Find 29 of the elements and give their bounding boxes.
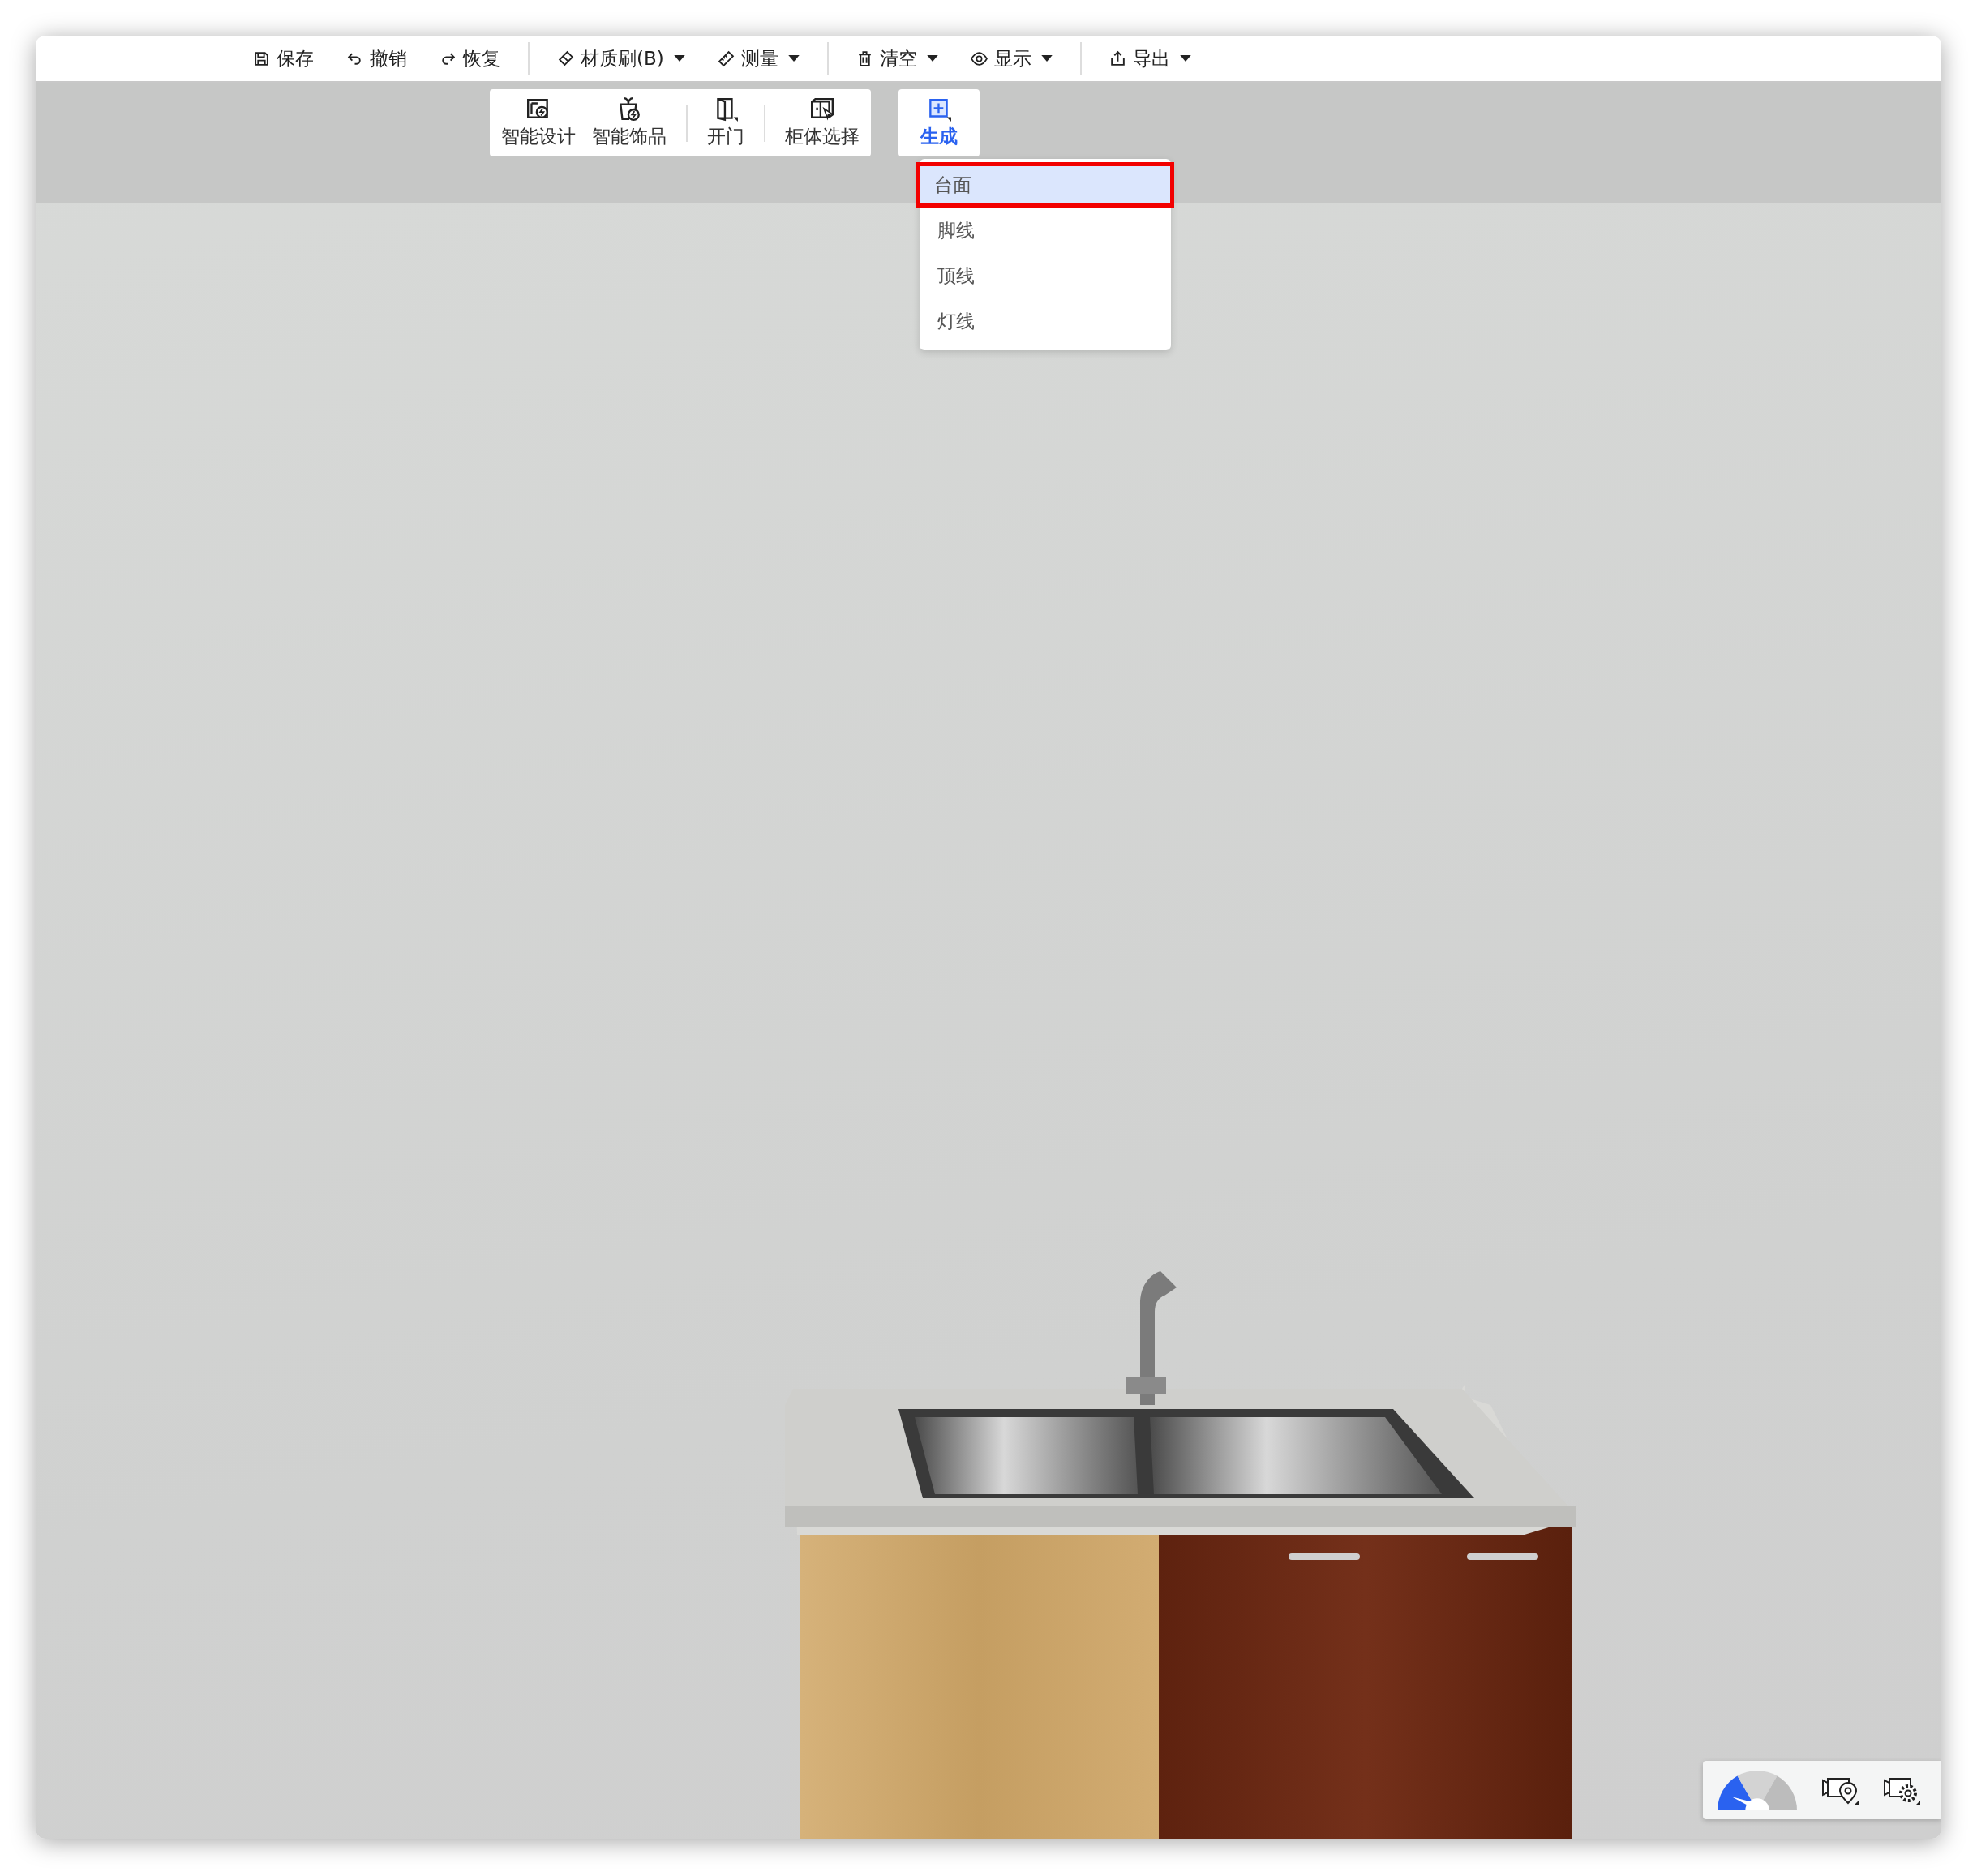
save-icon — [253, 49, 270, 67]
ruler-icon — [717, 49, 735, 67]
caret-icon — [926, 54, 938, 62]
toolbar-button[interactable]: 显示 — [965, 45, 1057, 71]
toolbar-button[interactable]: 清空 — [851, 45, 943, 71]
toolbar-button[interactable]: 材质刷(B) — [552, 45, 690, 71]
toolbar-button[interactable]: 撤销 — [341, 45, 412, 71]
caret-icon — [673, 54, 685, 62]
caret-icon — [1179, 54, 1191, 62]
toolbar-button[interactable]: 导出 — [1104, 45, 1196, 71]
toolbar-button[interactable]: 保存 — [248, 45, 319, 71]
caret-icon — [1040, 54, 1053, 62]
brush-icon — [557, 49, 574, 67]
tool-button[interactable]: 智能饰品 — [584, 96, 675, 149]
menu-item[interactable]: 灯线 — [920, 298, 1171, 344]
menu-item[interactable]: 脚线 — [920, 208, 1171, 253]
export-icon — [1109, 49, 1126, 67]
gauge-icon[interactable] — [1718, 1771, 1797, 1810]
toolbar-button[interactable]: 恢复 — [435, 45, 505, 71]
tool-button[interactable]: 柜体选择 — [777, 96, 868, 149]
menu-item[interactable]: 台面 — [916, 162, 1174, 208]
eye-icon — [970, 49, 988, 67]
tool-button[interactable]: 智能设计 — [493, 96, 584, 149]
generate-button[interactable]: 生成 — [898, 89, 980, 156]
toolbar-button[interactable]: 测量 — [712, 45, 804, 71]
caret-icon — [787, 54, 800, 62]
menu-item[interactable]: 顶线 — [920, 253, 1171, 298]
tool-button[interactable]: 开门 — [699, 96, 753, 149]
cabinet-cursor-icon — [809, 96, 835, 122]
